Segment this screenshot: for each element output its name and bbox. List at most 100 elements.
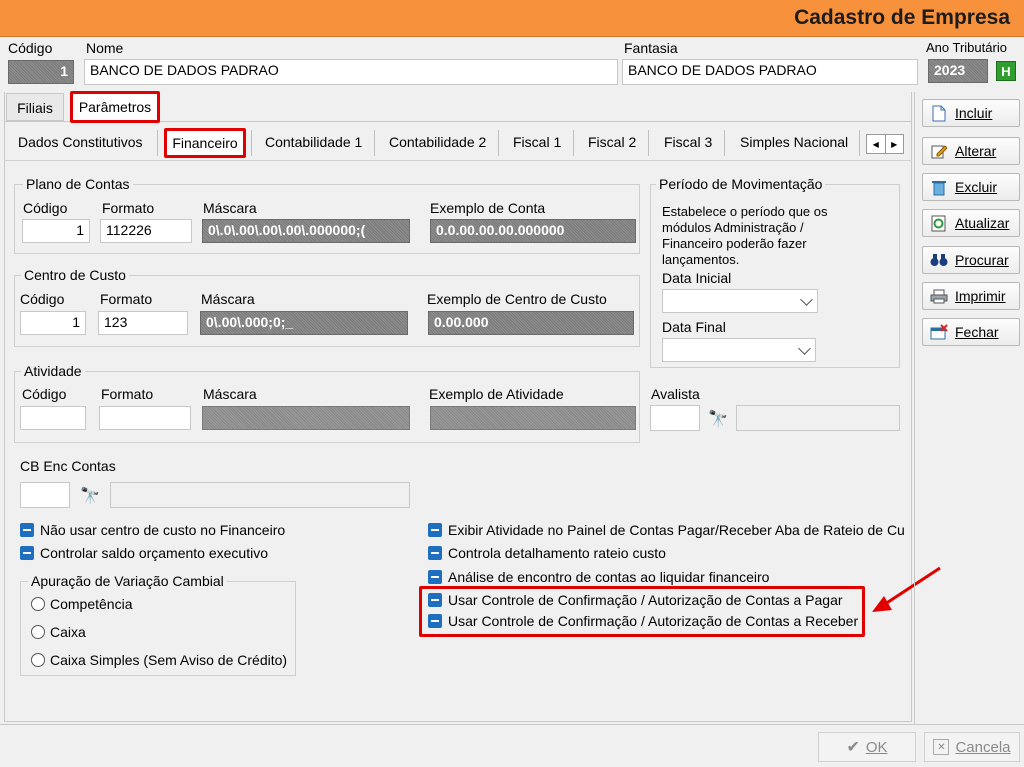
alterar-button[interactable]: Alterar: [922, 137, 1020, 165]
subtab-fiscal-3[interactable]: Fiscal 3: [664, 134, 712, 150]
procurar-button[interactable]: Procurar: [922, 246, 1020, 274]
sidebar-divider: [914, 92, 915, 724]
option-label: Controla detalhamento rateio custo: [448, 545, 666, 561]
centro-codigo-label: Código: [20, 291, 65, 307]
centro-mascara-field[interactable]: 0\.00\.000;0;_: [200, 311, 408, 335]
fechar-button[interactable]: Fechar: [922, 318, 1020, 346]
plano-exemplo-label: Exemplo de Conta: [430, 200, 546, 216]
atualizar-button[interactable]: Atualizar: [922, 209, 1020, 237]
separator: [498, 130, 499, 156]
checkbox-icon[interactable]: [428, 593, 442, 607]
imprimir-button[interactable]: Imprimir: [922, 282, 1020, 310]
button-label: Alterar: [955, 143, 997, 159]
separator: [374, 130, 375, 156]
atividade-codigo-field[interactable]: [20, 406, 86, 430]
option-exibir-atividade-painel[interactable]: Exibir Atividade no Painel de Contas Pag…: [428, 522, 906, 538]
plano-formato-label: Formato: [102, 200, 155, 216]
cb-enc-contas-label: CB Enc Contas: [20, 458, 116, 474]
ok-button[interactable]: ✔ OK: [818, 732, 916, 762]
option-label: Não usar centro de custo no Financeiro: [40, 522, 286, 538]
ano-tributario-label: Ano Tributário: [926, 40, 1007, 55]
incluir-button[interactable]: Incluir: [922, 99, 1020, 127]
subtab-contabilidade-1[interactable]: Contabilidade 1: [265, 134, 362, 150]
checkbox-icon[interactable]: [428, 614, 442, 628]
data-final-select[interactable]: [662, 338, 816, 362]
tab-scroll-left-icon[interactable]: ◀: [867, 135, 886, 153]
radio-icon[interactable]: [31, 625, 45, 639]
plano-codigo-field[interactable]: 1: [22, 219, 90, 243]
atividade-exemplo-field: [430, 406, 636, 430]
cancel-button[interactable]: ✕ Cancela: [924, 732, 1020, 762]
radio-caixa[interactable]: Caixa: [31, 624, 86, 640]
group-title: Atividade: [21, 363, 85, 379]
avalista-code-field[interactable]: [650, 405, 700, 431]
codigo-field[interactable]: 1: [8, 60, 74, 84]
data-final-label: Data Final: [662, 319, 726, 335]
option-controle-confirmacao-receber[interactable]: Usar Controle de Confirmação / Autorizaç…: [428, 613, 858, 629]
separator: [859, 130, 860, 156]
centro-formato-field[interactable]: 123: [98, 311, 188, 335]
radio-icon[interactable]: [31, 597, 45, 611]
radio-competencia[interactable]: Competência: [31, 596, 133, 612]
fantasia-field[interactable]: BANCO DE DADOS PADRAO: [622, 59, 918, 85]
ano-tributario-field[interactable]: 2023: [928, 59, 988, 83]
nome-field[interactable]: BANCO DE DADOS PADRAO: [84, 59, 618, 85]
trash-icon: [929, 178, 949, 196]
edit-icon: [929, 142, 949, 160]
option-controlar-saldo-orcamento[interactable]: Controlar saldo orçamento executivo: [20, 545, 268, 561]
option-controla-detalhamento-rateio[interactable]: Controla detalhamento rateio custo: [428, 545, 666, 561]
atividade-mascara-field[interactable]: [202, 406, 410, 430]
tab-scroll-right-icon[interactable]: ▶: [886, 135, 904, 153]
radio-label: Caixa Simples (Sem Aviso de Crédito): [50, 652, 288, 668]
option-nao-usar-centro-custo[interactable]: Não usar centro de custo no Financeiro: [20, 522, 285, 538]
tab-filiais[interactable]: Filiais: [6, 93, 64, 121]
separator: [251, 130, 252, 156]
binoculars-icon[interactable]: 🔭: [80, 486, 100, 506]
button-label: Atualizar: [955, 215, 1010, 231]
option-label: Análise de encontro de contas ao liquida…: [448, 569, 770, 585]
chevron-down-icon: [800, 293, 813, 306]
tab-parametros[interactable]: Parâmetros: [70, 91, 160, 123]
checkbox-icon[interactable]: [20, 523, 34, 537]
checkbox-icon[interactable]: [428, 546, 442, 560]
cb-enc-contas-code-field[interactable]: [20, 482, 70, 508]
button-label: Imprimir: [955, 288, 1006, 304]
option-analise-encontro-contas[interactable]: Análise de encontro de contas ao liquida…: [428, 569, 769, 585]
fantasia-label: Fantasia: [624, 40, 678, 56]
plano-formato-field[interactable]: 112226: [100, 219, 192, 243]
periodo-description: Estabelece o período que os módulos Admi…: [662, 204, 828, 267]
radio-icon[interactable]: [31, 653, 45, 667]
radio-caixa-simples[interactable]: Caixa Simples (Sem Aviso de Crédito): [31, 652, 287, 668]
radio-label: Competência: [50, 596, 133, 612]
centro-mascara-label: Máscara: [201, 291, 255, 307]
cb-enc-contas-name-field: [110, 482, 410, 508]
check-icon: ✔: [846, 739, 860, 756]
data-inicial-select[interactable]: [662, 289, 818, 313]
window-title: Cadastro de Empresa: [794, 6, 1010, 29]
tab-scroller: ◀ ▶: [866, 134, 904, 154]
excluir-button[interactable]: Excluir: [922, 173, 1020, 201]
atividade-formato-field[interactable]: [99, 406, 191, 430]
checkbox-icon[interactable]: [428, 570, 442, 584]
subtab-simples-nacional[interactable]: Simples Nacional: [740, 134, 848, 150]
option-controle-confirmacao-pagar[interactable]: Usar Controle de Confirmação / Autorizaç…: [428, 592, 843, 608]
ano-help-button[interactable]: H: [996, 61, 1016, 81]
centro-codigo-field[interactable]: 1: [20, 311, 86, 335]
checkbox-icon[interactable]: [20, 546, 34, 560]
subtab-financeiro[interactable]: Financeiro: [164, 128, 246, 158]
checkbox-icon[interactable]: [428, 523, 442, 537]
group-title: Plano de Contas: [23, 176, 133, 192]
subtab-contabilidade-2[interactable]: Contabilidade 2: [389, 134, 486, 150]
subtab-fiscal-2[interactable]: Fiscal 2: [588, 134, 636, 150]
plano-mascara-label: Máscara: [203, 200, 257, 216]
atividade-formato-label: Formato: [101, 386, 154, 402]
subtab-fiscal-1[interactable]: Fiscal 1: [513, 134, 561, 150]
avalista-name-field: [736, 405, 900, 431]
binoculars-icon: [929, 251, 949, 269]
plano-codigo-label: Código: [23, 200, 68, 216]
atividade-codigo-label: Código: [22, 386, 67, 402]
binoculars-icon[interactable]: 🔭: [708, 409, 728, 429]
plano-mascara-field[interactable]: 0\.0\.00\.00\.00\.000000;(: [202, 219, 410, 243]
plano-exemplo-field: 0.0.00.00.00.000000: [430, 219, 636, 243]
subtab-dados-constitutivos[interactable]: Dados Constitutivos: [18, 134, 143, 150]
